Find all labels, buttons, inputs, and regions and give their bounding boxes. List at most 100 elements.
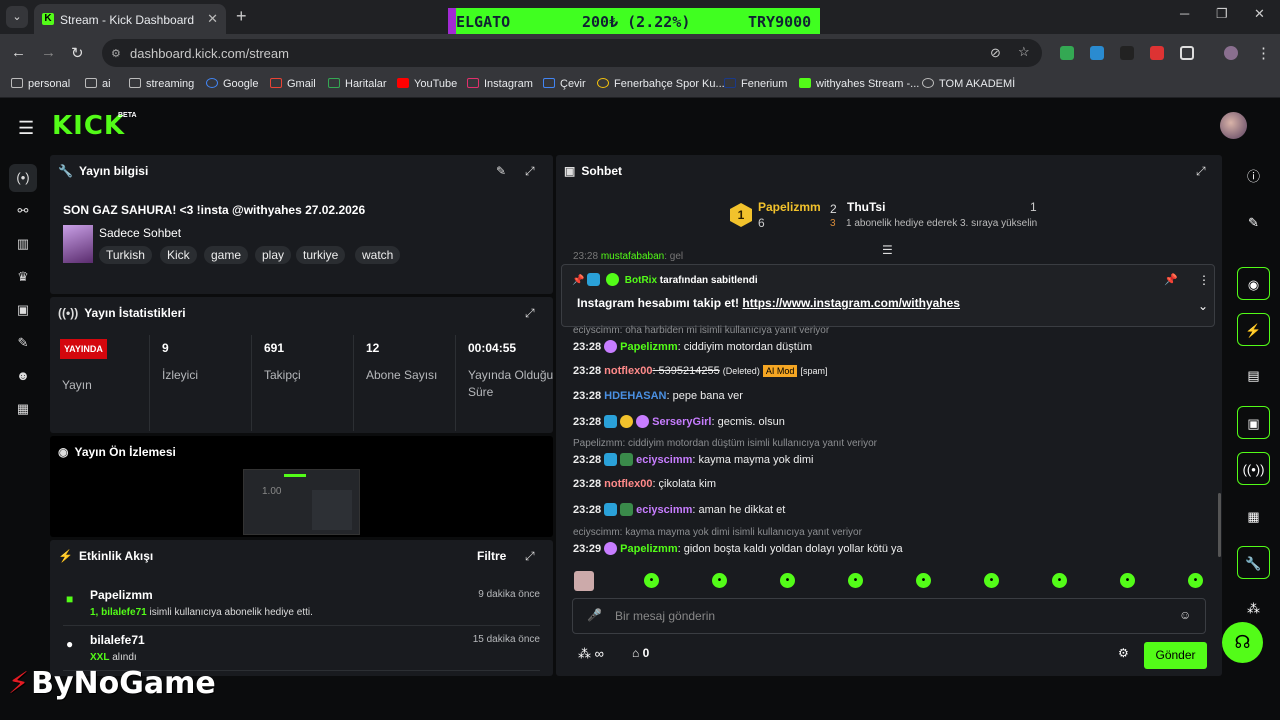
microphone-icon[interactable]: 🎤 — [587, 608, 602, 622]
edit-icon[interactable]: ✎ — [1237, 206, 1270, 239]
activity-toggle-icon[interactable]: ⚡ — [1237, 313, 1270, 346]
popout-icon[interactable]: ⤢ — [525, 549, 535, 564]
chat-scrollbar[interactable] — [1218, 493, 1221, 557]
address-bar[interactable]: ⚙ dashboard.kick.com/stream ⊘ ☆ — [102, 39, 1042, 67]
activity-user[interactable]: bilalefe71 — [90, 633, 145, 647]
emote-icon[interactable]: • — [780, 573, 795, 588]
minimize-icon[interactable]: ─ — [1180, 6, 1189, 21]
bookmark-item[interactable]: Fenerbahçe Spor Ku... — [597, 78, 725, 90]
emote-icon[interactable]: • — [1188, 573, 1203, 588]
analytics-nav-icon[interactable]: ▥ — [9, 230, 37, 258]
maximize-icon[interactable]: ❐ — [1216, 6, 1228, 22]
emote-icon[interactable]: • — [1120, 573, 1135, 588]
kicks-points[interactable]: ⁂ ∞ — [578, 646, 604, 662]
bookmark-item[interactable]: Gmail — [270, 78, 316, 90]
extension-icon[interactable] — [1120, 46, 1134, 60]
tab-close-icon[interactable]: ✕ — [207, 11, 218, 27]
kicks-icon[interactable]: ⁂ — [1237, 592, 1270, 625]
preview-toggle-icon[interactable]: ◉ — [1237, 267, 1270, 300]
category-thumbnail[interactable] — [63, 225, 93, 263]
extension-translate-icon[interactable] — [1090, 46, 1104, 60]
eye-off-icon[interactable]: ⊘ — [990, 45, 1001, 61]
media-nav-icon[interactable]: ▣ — [9, 296, 37, 324]
tag-chip[interactable]: Kick — [160, 246, 197, 264]
chat-settings-icon[interactable]: ⚙ — [1118, 646, 1129, 660]
emote-icon[interactable]: • — [1052, 573, 1067, 588]
popout-icon[interactable]: ⤢ — [525, 164, 535, 179]
chevron-down-icon[interactable]: ⌄ — [1198, 299, 1208, 313]
bookmark-item[interactable]: Çevir — [543, 78, 586, 90]
bookmark-item[interactable]: TOM AKADEMİ — [922, 78, 1015, 90]
tab-search-icon[interactable]: ⌄ — [6, 6, 28, 28]
stats-toggle-icon[interactable]: ((•)) — [1237, 452, 1270, 485]
stream-preview-image[interactable]: 1.00 — [243, 469, 360, 535]
close-window-icon[interactable]: ✕ — [1254, 6, 1265, 22]
extension-shield-icon[interactable] — [1060, 46, 1074, 60]
site-info-icon[interactable]: ⚙ — [111, 47, 121, 60]
second-name[interactable]: ThuTsi — [847, 200, 885, 214]
edit-pencil-icon[interactable]: ✎ — [496, 164, 506, 178]
bot-badge-icon — [587, 273, 601, 286]
profile-avatar-icon[interactable] — [1224, 46, 1238, 60]
bookmark-item[interactable]: streaming — [129, 78, 194, 90]
trophy-nav-icon[interactable]: ♛ — [9, 263, 37, 291]
bookmark-item[interactable]: Instagram — [467, 78, 533, 90]
bookmark-star-icon[interactable]: ☆ — [1018, 44, 1030, 60]
link-nav-icon[interactable]: ⚯ — [9, 197, 37, 225]
extensions-puzzle-icon[interactable] — [1180, 46, 1194, 60]
filter-button[interactable]: Filtre — [477, 549, 506, 563]
stream-category[interactable]: Sadece Sohbet — [99, 226, 181, 240]
popout-icon[interactable]: ⤢ — [525, 306, 535, 321]
activity-user[interactable]: Papelizmm — [90, 588, 153, 602]
emoji-icon[interactable]: ☺ — [1179, 608, 1191, 622]
hamburger-menu-icon[interactable]: ☰ — [18, 118, 34, 139]
tag-chip[interactable]: watch — [355, 246, 401, 264]
emote-icon[interactable]: • — [848, 573, 863, 588]
browser-tab[interactable]: K Stream - Kick Dashboard ✕ — [34, 4, 226, 34]
bookmark-item[interactable]: withyahes Stream -... — [799, 78, 919, 90]
bookmark-item[interactable]: Fenerium — [724, 78, 787, 90]
emote-icon[interactable]: • — [644, 573, 659, 588]
browser-menu-icon[interactable]: ⋮ — [1256, 44, 1271, 62]
verified-badge-icon — [606, 273, 620, 286]
kick-logo[interactable]: KICK — [52, 111, 125, 141]
media-icon[interactable]: ▦ — [1237, 500, 1270, 533]
tag-chip[interactable]: Turkish — [99, 246, 152, 264]
emote-avatar-icon[interactable] — [574, 571, 594, 591]
community-nav-icon[interactable]: ☻ — [9, 362, 37, 390]
tag-chip[interactable]: play — [255, 246, 292, 264]
bookmark-item[interactable]: ai — [85, 78, 111, 90]
support-headset-icon[interactable]: ☊ — [1222, 622, 1263, 663]
pin-icon[interactable]: 📌 — [1164, 273, 1178, 286]
pinned-link[interactable]: https://www.instagram.com/withyahes — [742, 296, 960, 310]
leader-name[interactable]: Papelizmm — [758, 200, 821, 214]
forward-icon[interactable]: → — [41, 44, 56, 61]
collapse-leaderboard-icon[interactable]: ☰ — [882, 243, 893, 257]
emote-icon[interactable]: • — [916, 573, 931, 588]
store-nav-icon[interactable]: ▦ — [9, 395, 37, 423]
bookmark-item[interactable]: personal — [11, 78, 70, 90]
info-icon[interactable]: ⓘ — [1237, 160, 1270, 193]
tools-toggle-icon[interactable]: 🔧 — [1237, 546, 1270, 579]
popout-icon[interactable]: ⤢ — [1196, 164, 1206, 179]
emote-icon[interactable]: • — [712, 573, 727, 588]
bookmark-item[interactable]: Google — [206, 78, 258, 90]
bookmark-item[interactable]: Haritalar — [328, 78, 387, 90]
bookmark-item[interactable]: YouTube — [397, 78, 457, 90]
store-counter[interactable]: ⌂ 0 — [632, 646, 649, 660]
tools-nav-icon[interactable]: ✎ — [9, 329, 37, 357]
send-button[interactable]: Gönder — [1144, 642, 1207, 669]
new-tab-icon[interactable]: + — [236, 6, 247, 27]
tag-chip[interactable]: turkiye — [296, 246, 346, 264]
tag-chip[interactable]: game — [204, 246, 249, 264]
chat-toggle-icon[interactable]: ▣ — [1237, 406, 1270, 439]
stream-nav-icon[interactable]: (•) — [9, 164, 37, 192]
notes-icon[interactable]: ▤ — [1237, 359, 1270, 392]
more-options-icon[interactable]: ⋮ — [1198, 273, 1210, 287]
reload-icon[interactable]: ↻ — [71, 44, 84, 62]
emote-icon[interactable]: • — [984, 573, 999, 588]
extension-youtube-icon[interactable] — [1150, 46, 1164, 60]
back-icon[interactable]: ← — [11, 44, 26, 61]
chat-input[interactable]: 🎤 Bir mesaj gönderin ☺ — [572, 598, 1206, 634]
user-avatar[interactable] — [1220, 112, 1247, 139]
